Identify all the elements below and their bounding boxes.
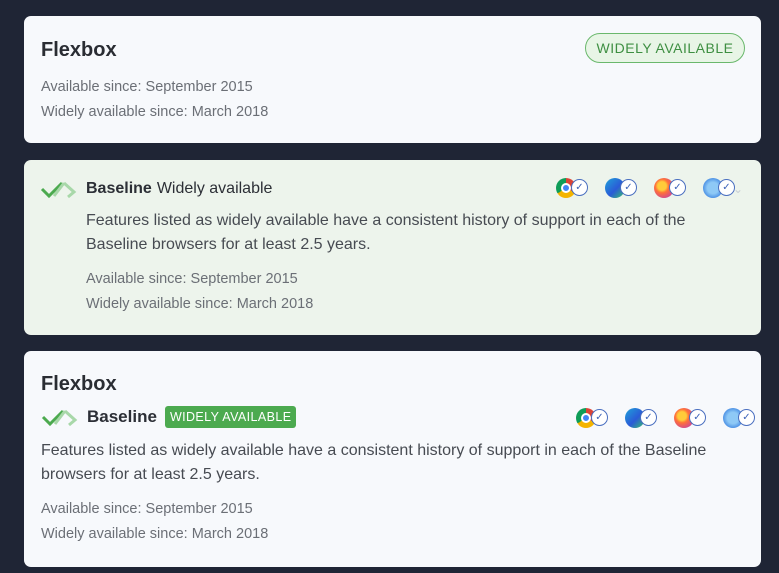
check-icon: ✓ — [738, 409, 755, 426]
chrome-support: ✓ — [556, 178, 591, 198]
edge-support: ✓ — [605, 178, 640, 198]
available-since: Available since: September 2015 — [41, 501, 253, 517]
browser-support-list: ✓ ✓ ✓ ✓ — [576, 408, 758, 428]
description-line: Features listed as widely available have… — [86, 212, 686, 229]
feature-title: Flexbox — [41, 373, 117, 395]
firefox-support: ✓ — [654, 178, 689, 198]
baseline-description: Features listed as widely available have… — [41, 439, 706, 487]
description-line: browsers for at least 2.5 years. — [41, 466, 260, 483]
widely-available-since: Widely available since: March 2018 — [86, 296, 314, 312]
baseline-card-expanded[interactable]: Baseline Widely available ✓ ✓ ✓ ✓ ⌄ Feat… — [24, 160, 761, 335]
firefox-support: ✓ — [674, 408, 709, 428]
baseline-header: Baseline Widely available — [40, 178, 272, 200]
widely-available-badge: WIDELY AVAILABLE — [164, 406, 297, 428]
check-icon: ✓ — [669, 179, 686, 196]
check-icon: ✓ — [571, 179, 588, 196]
baseline-description: Features listed as widely available have… — [86, 209, 685, 257]
widely-available-badge: WIDELY AVAILABLE — [585, 33, 745, 63]
description-line: Features listed as widely available have… — [41, 442, 707, 459]
check-icon: ✓ — [591, 409, 608, 426]
baseline-label: Baseline — [87, 407, 157, 426]
safari-support: ✓ — [723, 408, 758, 428]
available-since: Available since: September 2015 — [86, 271, 298, 287]
baseline-label: Baseline — [86, 180, 152, 197]
check-icon: ✓ — [640, 409, 657, 426]
baseline-check-icon — [41, 409, 78, 427]
chevron-down-icon[interactable]: ⌄ — [733, 182, 743, 196]
widely-available-since: Widely available since: March 2018 — [41, 526, 269, 542]
feature-card-simple: Flexbox WIDELY AVAILABLE Available since… — [24, 16, 761, 143]
feature-title: Flexbox — [41, 39, 117, 61]
check-icon: ✓ — [620, 179, 637, 196]
check-icon: ✓ — [689, 409, 706, 426]
chrome-support: ✓ — [576, 408, 611, 428]
edge-support: ✓ — [625, 408, 660, 428]
baseline-check-icon — [40, 181, 77, 199]
available-since: Available since: September 2015 — [41, 79, 253, 95]
baseline-status: Widely available — [156, 180, 273, 197]
browser-support-list: ✓ ✓ ✓ ✓ — [556, 178, 738, 198]
description-line: Baseline browsers for at least 2.5 years… — [86, 236, 371, 253]
baseline-header: Baseline WIDELY AVAILABLE — [41, 406, 297, 428]
feature-card-detailed: Flexbox Baseline WIDELY AVAILABLE ✓ ✓ ✓ … — [24, 351, 761, 567]
widely-available-since: Widely available since: March 2018 — [41, 104, 269, 120]
